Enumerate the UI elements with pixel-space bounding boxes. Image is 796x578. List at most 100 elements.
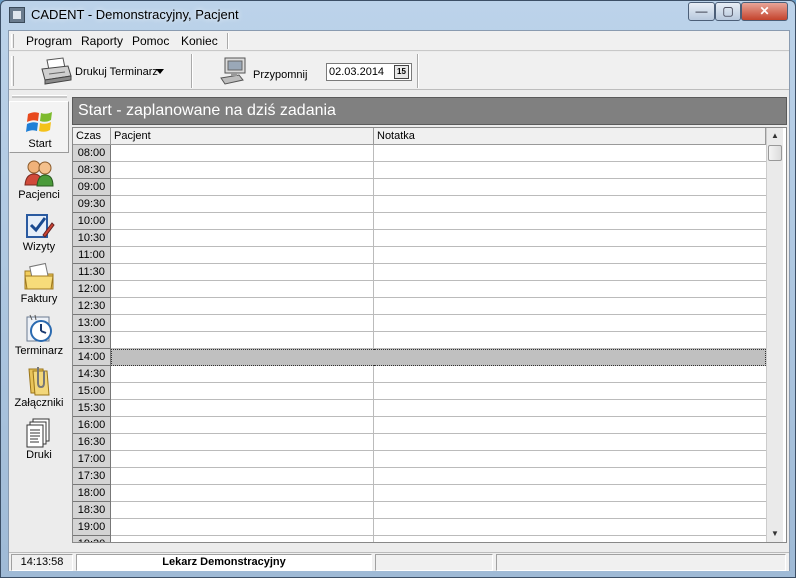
vertical-scrollbar[interactable]: ▲ ▼ xyxy=(766,128,783,542)
table-row[interactable]: 19:30 xyxy=(73,536,766,542)
table-row[interactable]: 10:30 xyxy=(73,230,766,247)
table-row[interactable]: 11:00 xyxy=(73,247,766,264)
row-note-cell[interactable] xyxy=(374,502,766,519)
row-patient-cell[interactable] xyxy=(111,417,374,434)
row-patient-cell[interactable] xyxy=(111,281,374,298)
table-row[interactable]: 09:00 xyxy=(73,179,766,196)
row-patient-cell[interactable] xyxy=(111,366,374,383)
table-row[interactable]: 17:00 xyxy=(73,451,766,468)
row-patient-cell[interactable] xyxy=(111,468,374,485)
menu-program[interactable]: Program xyxy=(26,34,72,48)
maximize-button[interactable]: ▢ xyxy=(715,2,741,21)
row-patient-cell[interactable] xyxy=(111,502,374,519)
table-row[interactable]: 14:00 xyxy=(73,349,766,366)
row-note-cell[interactable] xyxy=(374,366,766,383)
row-patient-cell[interactable] xyxy=(111,519,374,536)
row-note-cell[interactable] xyxy=(374,400,766,417)
row-note-cell[interactable] xyxy=(374,281,766,298)
row-patient-cell[interactable] xyxy=(111,485,374,502)
menu-raporty[interactable]: Raporty xyxy=(81,34,123,48)
row-note-cell[interactable] xyxy=(374,298,766,315)
row-note-cell[interactable] xyxy=(374,519,766,536)
title-bar[interactable]: CADENT - Demonstracyjny, Pacjent — ▢ ✕ xyxy=(1,1,795,29)
menu-pomoc[interactable]: Pomoc xyxy=(132,34,169,48)
table-row[interactable]: 18:00 xyxy=(73,485,766,502)
column-header-note[interactable]: Notatka xyxy=(374,128,766,145)
scroll-down-icon[interactable]: ▼ xyxy=(767,526,783,542)
table-row[interactable]: 14:30 xyxy=(73,366,766,383)
sidebar-item-druki[interactable]: Druki xyxy=(9,413,69,465)
row-note-cell[interactable] xyxy=(374,179,766,196)
row-note-cell[interactable] xyxy=(374,162,766,179)
remind-button[interactable]: Przypomnij xyxy=(217,56,313,86)
table-row[interactable]: 11:30 xyxy=(73,264,766,281)
calendar-icon[interactable]: 15 xyxy=(394,65,409,79)
sidebar-item-faktury[interactable]: Faktury xyxy=(9,257,69,309)
row-note-cell[interactable] xyxy=(374,264,766,281)
row-note-cell[interactable] xyxy=(374,383,766,400)
row-patient-cell[interactable] xyxy=(111,315,374,332)
close-button[interactable]: ✕ xyxy=(741,2,788,21)
table-row[interactable]: 10:00 xyxy=(73,213,766,230)
sidebar-item-zalaczniki[interactable]: Załączniki xyxy=(9,361,69,413)
row-note-cell[interactable] xyxy=(374,230,766,247)
table-row[interactable]: 13:30 xyxy=(73,332,766,349)
row-patient-cell[interactable] xyxy=(111,332,374,349)
row-patient-cell[interactable] xyxy=(111,264,374,281)
row-patient-cell[interactable] xyxy=(111,162,374,179)
table-row[interactable]: 08:30 xyxy=(73,162,766,179)
row-note-cell[interactable] xyxy=(374,315,766,332)
menu-koniec[interactable]: Koniec xyxy=(181,34,218,48)
row-note-cell[interactable] xyxy=(374,213,766,230)
row-patient-cell[interactable] xyxy=(111,196,374,213)
table-row[interactable]: 12:30 xyxy=(73,298,766,315)
table-row[interactable]: 12:00 xyxy=(73,281,766,298)
table-row[interactable]: 16:00 xyxy=(73,417,766,434)
sidebar-item-wizyty[interactable]: Wizyty xyxy=(9,205,69,257)
table-row[interactable]: 09:30 xyxy=(73,196,766,213)
row-note-cell[interactable] xyxy=(374,485,766,502)
scroll-up-icon[interactable]: ▲ xyxy=(767,128,783,144)
minimize-button[interactable]: — xyxy=(688,2,715,21)
table-row[interactable]: 19:00 xyxy=(73,519,766,536)
row-note-cell[interactable] xyxy=(374,417,766,434)
sidebar-item-start[interactable]: Start xyxy=(9,101,69,153)
row-patient-cell[interactable] xyxy=(111,434,374,451)
print-schedule-button[interactable]: Drukuj Terminarz xyxy=(39,56,169,86)
row-note-cell[interactable] xyxy=(374,349,766,366)
row-patient-cell[interactable] xyxy=(111,145,374,162)
row-patient-cell[interactable] xyxy=(111,179,374,196)
row-patient-cell[interactable] xyxy=(111,400,374,417)
row-note-cell[interactable] xyxy=(374,451,766,468)
table-row[interactable]: 17:30 xyxy=(73,468,766,485)
row-note-cell[interactable] xyxy=(374,536,766,542)
row-note-cell[interactable] xyxy=(374,332,766,349)
windows-flag-icon xyxy=(26,112,52,132)
table-row[interactable]: 15:30 xyxy=(73,400,766,417)
row-patient-cell[interactable] xyxy=(111,247,374,264)
table-row[interactable]: 08:00 xyxy=(73,145,766,162)
date-picker[interactable]: 02.03.2014 15 xyxy=(326,63,412,81)
row-note-cell[interactable] xyxy=(374,145,766,162)
row-patient-cell[interactable] xyxy=(111,536,374,542)
row-patient-cell[interactable] xyxy=(111,383,374,400)
row-note-cell[interactable] xyxy=(374,468,766,485)
table-row[interactable]: 15:00 xyxy=(73,383,766,400)
table-row[interactable]: 13:00 xyxy=(73,315,766,332)
scroll-thumb[interactable] xyxy=(768,145,782,161)
table-row[interactable]: 16:30 xyxy=(73,434,766,451)
row-patient-cell[interactable] xyxy=(111,298,374,315)
row-note-cell[interactable] xyxy=(374,247,766,264)
row-patient-cell[interactable] xyxy=(111,213,374,230)
column-header-time[interactable]: Czas xyxy=(73,128,111,145)
column-header-patient[interactable]: Pacjent xyxy=(111,128,374,145)
app-icon[interactable] xyxy=(9,7,25,23)
row-patient-cell[interactable] xyxy=(111,451,374,468)
row-note-cell[interactable] xyxy=(374,434,766,451)
row-patient-cell[interactable] xyxy=(111,230,374,247)
sidebar-item-pacjenci[interactable]: Pacjenci xyxy=(9,153,69,205)
row-patient-cell[interactable] xyxy=(111,349,374,366)
row-note-cell[interactable] xyxy=(374,196,766,213)
table-row[interactable]: 18:30 xyxy=(73,502,766,519)
sidebar-item-terminarz[interactable]: Terminarz xyxy=(9,309,69,361)
